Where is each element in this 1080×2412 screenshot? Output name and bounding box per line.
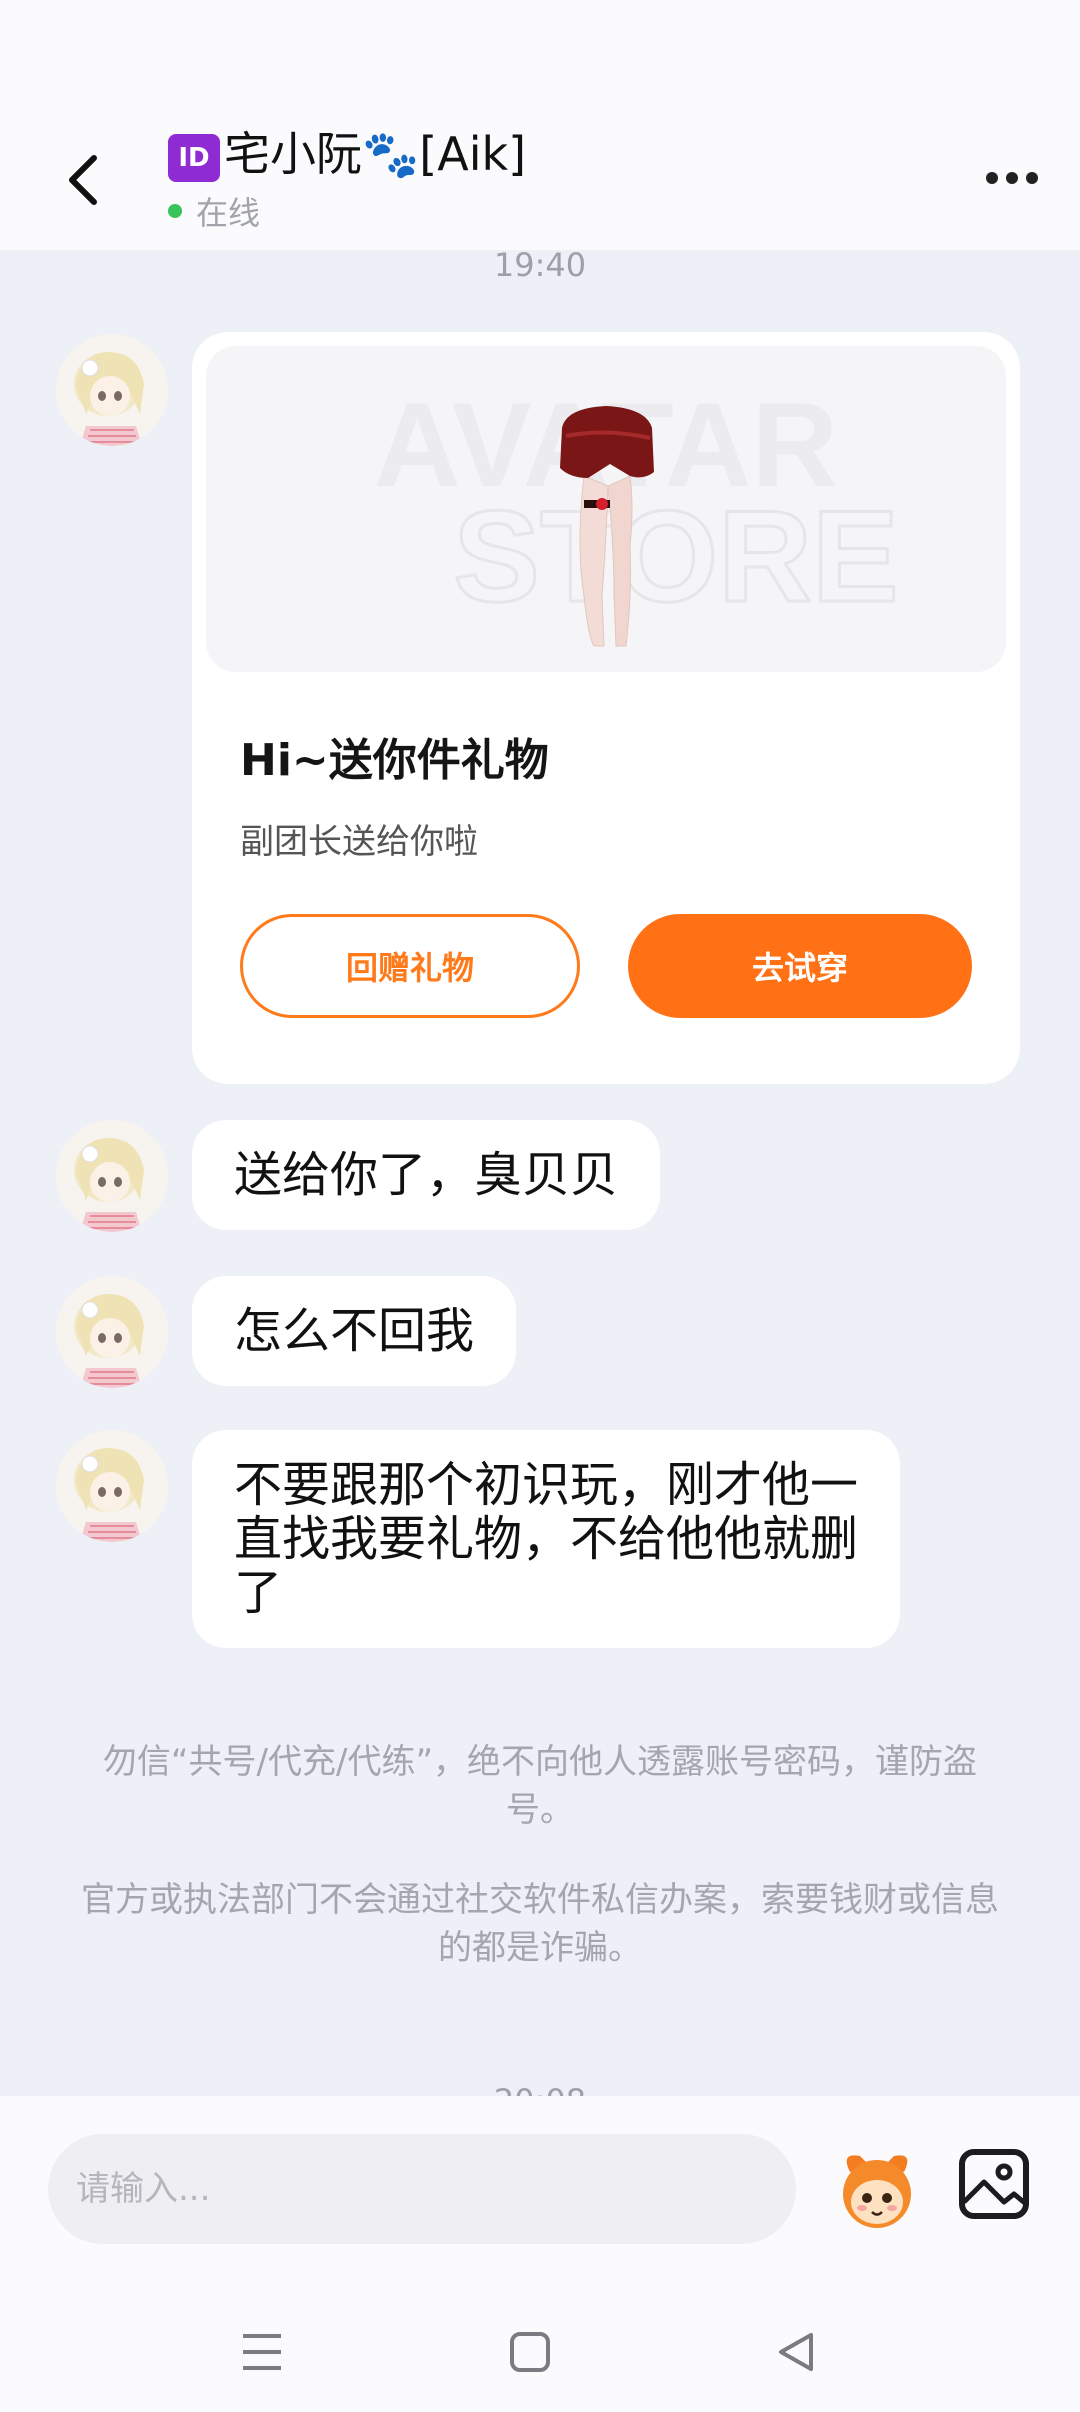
menu-icon <box>243 2334 281 2370</box>
gift-card[interactable]: AVATAR STORE Hi~送你件礼物 副团长送给你啦 回赠礼物 去试穿 <box>192 332 1020 1084</box>
image-button[interactable] <box>958 2148 1030 2220</box>
mascot-emoji-icon <box>843 2155 911 2228</box>
contact-info[interactable]: ID 宅小阮🐾[Aik] 在线 <box>168 126 526 234</box>
chevron-left-icon <box>69 155 97 205</box>
back-button[interactable] <box>52 140 112 220</box>
more-dot-icon <box>1026 172 1038 184</box>
return-gift-button[interactable]: 回赠礼物 <box>240 914 580 1018</box>
gift-image: AVATAR STORE <box>206 346 1006 672</box>
avatar[interactable] <box>56 334 168 446</box>
back-nav-button[interactable] <box>766 2322 826 2382</box>
avatar[interactable] <box>56 1430 168 1542</box>
message-input[interactable] <box>48 2134 796 2244</box>
try-on-button[interactable]: 去试穿 <box>628 914 972 1018</box>
menu-nav-button[interactable] <box>232 2322 292 2382</box>
online-status-text: 在线 <box>196 194 261 232</box>
security-notice: 勿信“共号/代充/代练”，绝不向他人透露账号密码，谨防盗号。 <box>102 1742 978 1830</box>
message-bubble[interactable]: 不要跟那个初识玩，刚才他一直找我要礼物，不给他他就删了 <box>192 1430 900 1648</box>
avatar-image <box>56 1120 168 1232</box>
input-bar <box>0 2096 1080 2290</box>
message-bubble[interactable]: 送给你了，臭贝贝 <box>192 1120 661 1230</box>
back-triangle-icon <box>779 2333 813 2371</box>
online-status: 在线 <box>168 188 526 234</box>
fraud-notice: 官方或执法部门不会通过社交软件私信办案，索要钱财或信息的都是诈骗。 <box>81 1880 999 1968</box>
timestamp: 19:40 <box>493 246 587 284</box>
avatar-image <box>56 334 168 446</box>
gift-product-image: AVATAR STORE <box>374 378 900 647</box>
watermark-store: STORE <box>453 483 898 629</box>
home-square-icon <box>510 2332 550 2372</box>
avatar[interactable] <box>56 1276 168 1388</box>
message-bubble[interactable]: 怎么不回我 <box>192 1276 517 1386</box>
gift-title: Hi~送你件礼物 <box>240 735 549 786</box>
gift-subtitle: 副团长送给你啦 <box>240 822 478 862</box>
avatar-image <box>56 1430 168 1542</box>
avatar[interactable] <box>56 1120 168 1232</box>
contact-name-text: 宅小阮🐾[Aik] <box>224 127 527 181</box>
system-nav-bar <box>0 2290 1080 2412</box>
online-dot-icon <box>168 204 182 218</box>
more-dot-icon <box>986 172 998 184</box>
more-options-button[interactable] <box>972 150 1052 206</box>
id-badge: ID <box>168 133 220 182</box>
avatar-image <box>56 1276 168 1388</box>
more-dot-icon <box>1006 172 1018 184</box>
emoji-button[interactable] <box>830 2142 924 2236</box>
image-icon <box>959 2149 1029 2219</box>
contact-name: ID 宅小阮🐾[Aik] <box>168 126 526 182</box>
home-nav-button[interactable] <box>500 2322 560 2382</box>
chat-header: ID 宅小阮🐾[Aik] 在线 <box>0 0 1080 250</box>
